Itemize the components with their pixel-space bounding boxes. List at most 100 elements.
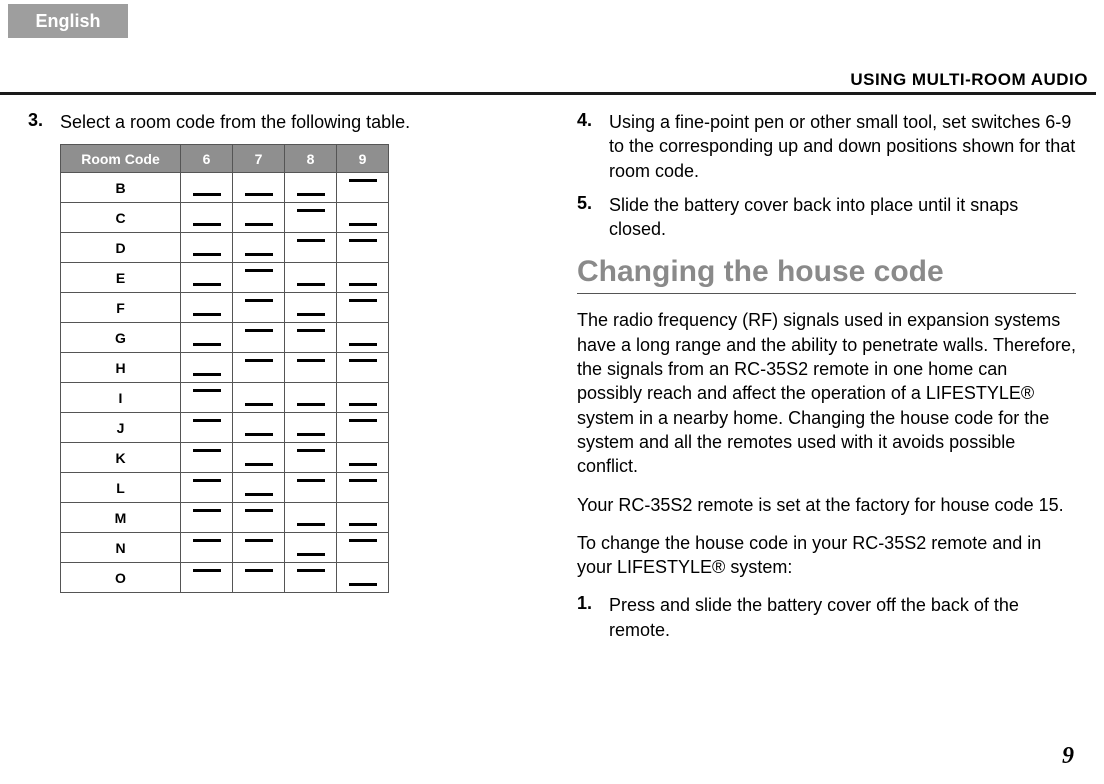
table-cell-switch <box>337 173 389 203</box>
switch-down-icon <box>245 493 273 496</box>
table-cell-switch <box>337 443 389 473</box>
switch-up-icon <box>245 509 273 512</box>
room-code-table-wrap: Room Code 6 7 8 9 BCDEFGHIJKLMNO <box>60 144 527 593</box>
switch-down-icon <box>297 313 325 316</box>
table-cell-switch <box>337 413 389 443</box>
step-4-text: Using a fine-point pen or other small to… <box>609 110 1076 183</box>
switch-up-icon <box>245 359 273 362</box>
paragraph-1: The radio frequency (RF) signals used in… <box>577 308 1076 478</box>
switch-down-icon <box>193 253 221 256</box>
step-1-number: 1. <box>577 593 609 642</box>
table-cell-switch <box>233 323 285 353</box>
switch-down-icon <box>349 523 377 526</box>
switch-down-icon <box>193 193 221 196</box>
table-cell-switch <box>285 203 337 233</box>
section-heading-rule <box>577 293 1076 294</box>
table-cell-switch <box>337 383 389 413</box>
table-cell-code: D <box>61 233 181 263</box>
table-cell-switch <box>285 503 337 533</box>
switch-up-icon <box>297 449 325 452</box>
table-cell-switch <box>181 503 233 533</box>
table-cell-switch <box>285 473 337 503</box>
table-cell-switch <box>337 203 389 233</box>
table-cell-switch <box>233 443 285 473</box>
switch-down-icon <box>245 193 273 196</box>
table-row: F <box>61 293 389 323</box>
language-tab: English <box>8 4 128 38</box>
switch-up-icon <box>193 539 221 542</box>
table-cell-code: K <box>61 443 181 473</box>
switch-up-icon <box>349 359 377 362</box>
table-cell-code: J <box>61 413 181 443</box>
switch-down-icon <box>297 553 325 556</box>
table-row: O <box>61 563 389 593</box>
step-5-number: 5. <box>577 193 609 242</box>
table-head-8: 8 <box>285 145 337 173</box>
table-row: I <box>61 383 389 413</box>
switch-up-icon <box>245 269 273 272</box>
table-head-7: 7 <box>233 145 285 173</box>
switch-up-icon <box>349 479 377 482</box>
table-head-roomcode: Room Code <box>61 145 181 173</box>
switch-up-icon <box>297 209 325 212</box>
table-cell-switch <box>285 323 337 353</box>
switch-up-icon <box>193 569 221 572</box>
table-cell-switch <box>337 323 389 353</box>
room-code-table: Room Code 6 7 8 9 BCDEFGHIJKLMNO <box>60 144 389 593</box>
table-cell-switch <box>181 203 233 233</box>
table-row: K <box>61 443 389 473</box>
table-cell-switch <box>181 533 233 563</box>
table-cell-switch <box>233 233 285 263</box>
table-cell-switch <box>181 473 233 503</box>
table-row: J <box>61 413 389 443</box>
table-cell-switch <box>285 413 337 443</box>
table-cell-switch <box>285 173 337 203</box>
switch-up-icon <box>245 569 273 572</box>
switch-down-icon <box>193 343 221 346</box>
switch-up-icon <box>193 509 221 512</box>
table-cell-switch <box>233 203 285 233</box>
table-cell-code: E <box>61 263 181 293</box>
step-3: 3. Select a room code from the following… <box>28 110 527 134</box>
table-cell-switch <box>337 293 389 323</box>
table-cell-switch <box>285 293 337 323</box>
switch-up-icon <box>193 419 221 422</box>
table-cell-switch <box>233 563 285 593</box>
table-cell-switch <box>181 233 233 263</box>
table-cell-switch <box>181 353 233 383</box>
switch-down-icon <box>193 373 221 376</box>
section-header-title: USING MULTI-ROOM AUDIO <box>0 70 1096 90</box>
table-cell-switch <box>285 353 337 383</box>
table-cell-switch <box>181 413 233 443</box>
table-cell-switch <box>285 443 337 473</box>
switch-up-icon <box>297 329 325 332</box>
table-cell-switch <box>285 263 337 293</box>
switch-up-icon <box>349 539 377 542</box>
table-cell-code: N <box>61 533 181 563</box>
table-row: H <box>61 353 389 383</box>
switch-up-icon <box>297 479 325 482</box>
switch-up-icon <box>193 479 221 482</box>
switch-down-icon <box>349 583 377 586</box>
switch-down-icon <box>297 433 325 436</box>
switch-up-icon <box>245 329 273 332</box>
table-cell-switch <box>337 563 389 593</box>
switch-down-icon <box>349 343 377 346</box>
content-columns: 3. Select a room code from the following… <box>28 110 1076 652</box>
table-row: D <box>61 233 389 263</box>
switch-up-icon <box>193 449 221 452</box>
table-cell-code: C <box>61 203 181 233</box>
table-cell-switch <box>285 533 337 563</box>
switch-up-icon <box>245 539 273 542</box>
table-row: C <box>61 203 389 233</box>
switch-down-icon <box>245 433 273 436</box>
table-cell-code: H <box>61 353 181 383</box>
switch-up-icon <box>297 569 325 572</box>
table-row: L <box>61 473 389 503</box>
switch-down-icon <box>349 463 377 466</box>
table-cell-code: I <box>61 383 181 413</box>
table-cell-switch <box>233 413 285 443</box>
table-cell-switch <box>337 263 389 293</box>
switch-down-icon <box>297 403 325 406</box>
table-cell-switch <box>181 323 233 353</box>
